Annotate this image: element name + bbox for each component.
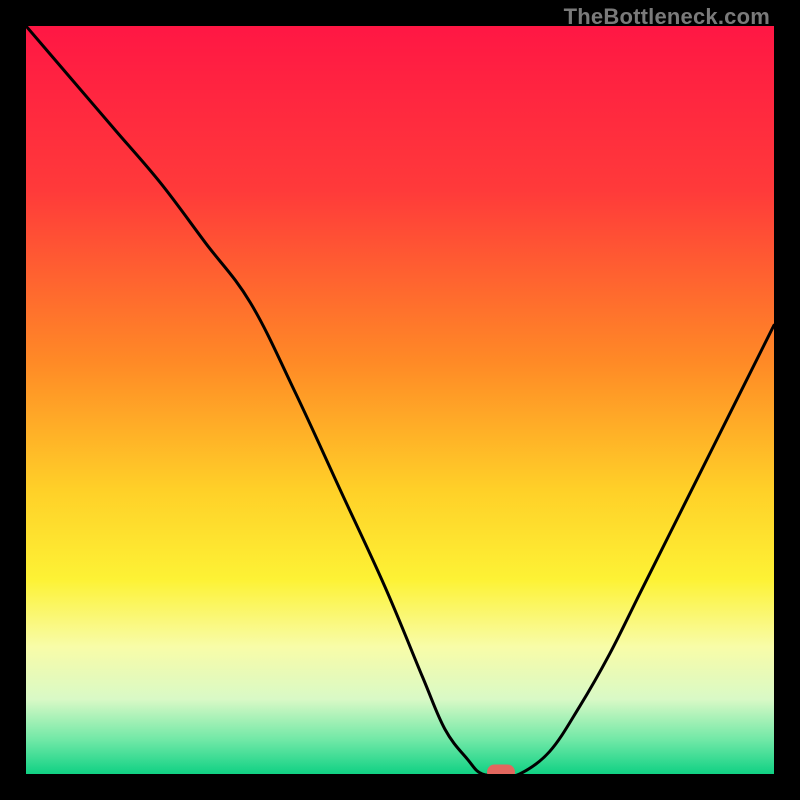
chart-frame: TheBottleneck.com bbox=[0, 0, 800, 800]
optimal-marker bbox=[487, 765, 515, 775]
plot-svg bbox=[26, 26, 774, 774]
plot-area bbox=[26, 26, 774, 774]
gradient-background bbox=[26, 26, 774, 774]
